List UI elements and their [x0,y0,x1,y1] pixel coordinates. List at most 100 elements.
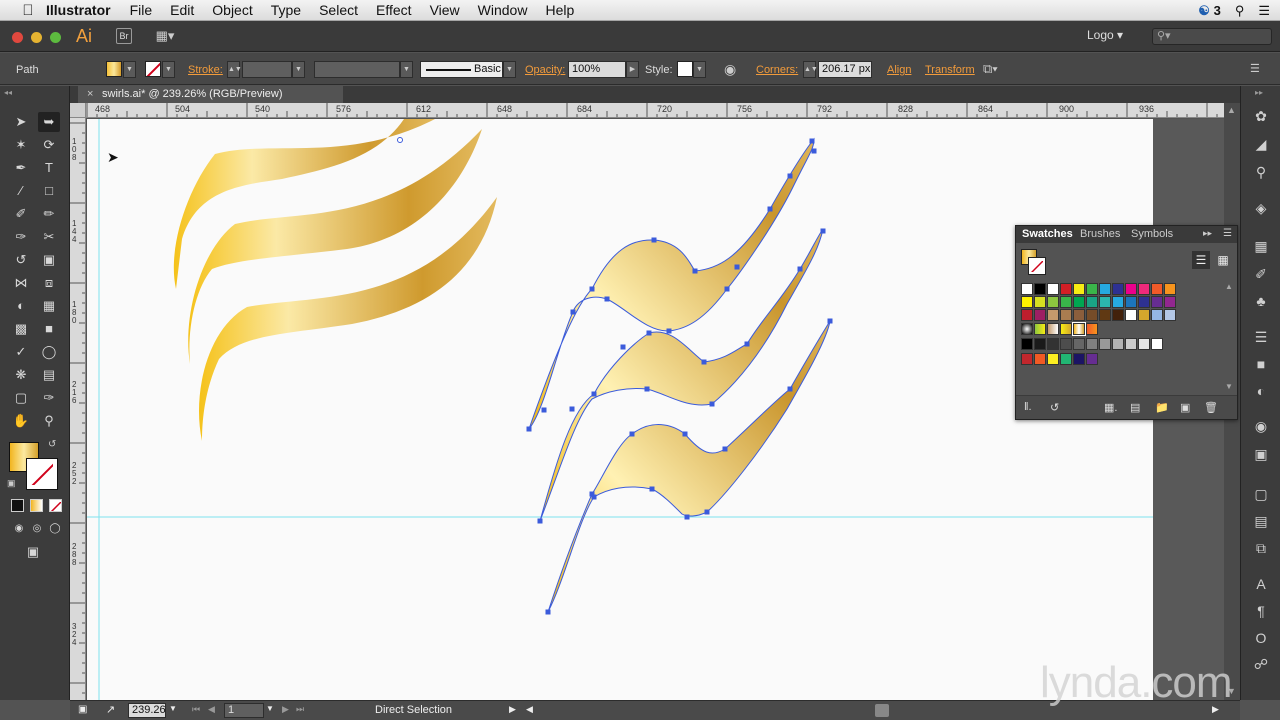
fill-swatch[interactable] [106,61,122,77]
stroke-color-box[interactable] [26,458,58,490]
current-stroke-swatch[interactable] [1028,257,1046,275]
list-view-icon[interactable]: ☰ [1192,251,1210,269]
anchor-point[interactable] [709,401,715,407]
share-icon[interactable]: ↗ [106,703,115,716]
gradient-swatch[interactable] [1034,323,1046,335]
workspace-switcher[interactable]: Logo ▾ [1087,28,1123,42]
gradient-swatch[interactable] [1021,323,1033,335]
color-swatch[interactable] [1125,338,1137,350]
variable-width-field[interactable] [314,61,400,78]
anchor-point[interactable] [570,309,576,315]
anchor-point[interactable] [666,328,672,334]
anchor-point[interactable] [526,426,532,432]
anchor-point[interactable] [569,406,575,412]
fill-dropdown[interactable]: ▼ [123,61,136,78]
color-swatch[interactable] [1060,309,1072,321]
recolor-artwork-icon[interactable]: ◉ [724,61,736,78]
color-swatch[interactable] [1151,296,1163,308]
color-swatch[interactable] [1112,338,1124,350]
anchor-point[interactable] [629,431,635,437]
horizontal-ruler[interactable]: 468 504 540 576 612 648 684 720 756 792 … [86,103,1224,118]
menu-help[interactable]: Help [536,2,583,18]
help-search-input[interactable]: ⚲▾ [1152,28,1272,45]
opacity-field[interactable]: 100% [568,61,626,78]
color-swatch[interactable] [1099,296,1111,308]
color-swatch[interactable] [1125,309,1137,321]
appearance-panel-icon[interactable]: ◉ [1251,416,1271,436]
anchor-point[interactable] [767,206,773,212]
color-swatch[interactable] [1151,283,1163,295]
menu-type[interactable]: Type [262,2,310,18]
anchor-point[interactable] [811,148,817,154]
color-swatch[interactable] [1138,309,1150,321]
gradient-swatch[interactable] [1060,323,1072,335]
color-swatch[interactable] [1099,309,1111,321]
hand-tool-icon[interactable]: ✋ [10,411,32,431]
scroll-up-icon[interactable]: ▲ [1227,105,1236,115]
anchor-point[interactable] [724,286,730,292]
hscroll-left-icon[interactable]: ◀ [526,704,533,715]
corners-stepper[interactable]: ▲▼ [803,61,818,78]
color-swatch[interactable] [1164,309,1176,321]
show-swatch-kinds-icon[interactable]: ▤ [1130,401,1140,414]
draw-inside-icon[interactable]: ◯ [44,519,66,539]
artboard-navigation-icon[interactable]: ▣ [78,704,87,715]
type-tool-icon[interactable]: T [38,158,60,178]
stroke-dropdown[interactable]: ▼ [162,61,175,78]
stroke-panel-icon[interactable]: ☰ [1251,327,1271,347]
color-swatch[interactable] [1060,338,1072,350]
variable-width-dropdown[interactable]: ▼ [400,61,413,78]
color-swatch[interactable] [1073,283,1085,295]
column-graph-tool-icon[interactable]: ▤ [38,365,60,385]
color-swatch[interactable] [1021,338,1033,350]
symbols-icon[interactable]: ♣ [1251,291,1271,311]
anchor-point[interactable] [701,359,707,365]
stroke-label[interactable]: Stroke: [188,64,223,76]
color-swatch[interactable] [1086,338,1098,350]
slice-tool-icon[interactable]: ✑ [38,388,60,408]
anchor-point[interactable] [827,318,833,324]
align-link[interactable]: Align [887,64,911,76]
artboard-dropdown-icon[interactable]: ▼ [266,704,274,713]
arrange-documents-button[interactable]: ▦▾ [152,28,178,44]
tab-symbols[interactable]: Symbols [1131,228,1173,240]
color-swatch[interactable] [1151,338,1163,350]
eyedropper-tool-icon[interactable]: ✓ [10,342,32,362]
anchor-point[interactable] [646,330,652,336]
magic-wand-tool-icon[interactable]: ✶ [10,135,32,155]
panel-menu-icon[interactable]: ☰ [1223,228,1232,239]
opacity-label[interactable]: Opacity: [525,64,565,76]
gradient-swatch[interactable] [1086,323,1098,335]
menu-effect[interactable]: Effect [367,2,421,18]
color-swatch[interactable] [1021,283,1033,295]
anchor-point[interactable] [649,486,655,492]
color-swatch[interactable] [1047,338,1059,350]
color-swatch[interactable] [1047,283,1059,295]
anchor-point[interactable] [604,296,610,302]
document-tab[interactable]: × swirls.ai* @ 239.26% (RGB/Preview) [78,86,343,103]
stroke-weight-dropdown[interactable]: ▼ [292,61,305,78]
color-swatch[interactable] [1099,283,1111,295]
color-swatch[interactable] [1086,296,1098,308]
width-tool-icon[interactable]: ⋈ [10,273,32,293]
color-swatch[interactable] [1138,296,1150,308]
swatch-scroll-down-icon[interactable]: ▼ [1225,382,1233,391]
shape-builder-tool-icon[interactable]: ◐ [10,296,32,316]
graphic-style-swatch[interactable] [677,61,693,77]
color-swatch[interactable] [1125,283,1137,295]
anchor-point[interactable] [537,518,543,524]
color-swatch[interactable] [1034,353,1046,365]
panel-collapse-icon[interactable]: ▸▸ [1203,228,1212,239]
color-swatch[interactable] [1125,296,1137,308]
color-swatch[interactable] [1086,283,1098,295]
gradient-mode-button[interactable] [30,499,43,512]
appearance-icon[interactable]: ◢ [1251,134,1271,154]
gradient-annotator-point[interactable] [397,137,403,143]
rotate-tool-icon[interactable]: ↺ [10,250,32,270]
anchor-point[interactable] [787,173,793,179]
pen-tool-icon[interactable]: ✒ [10,158,32,178]
color-swatch[interactable] [1021,309,1033,321]
scissors-tool-icon[interactable]: ✂ [38,227,60,247]
spotlight-search-icon[interactable]: ⚲ [1235,3,1245,19]
gradient-panel-icon[interactable]: ■ [1251,354,1271,374]
